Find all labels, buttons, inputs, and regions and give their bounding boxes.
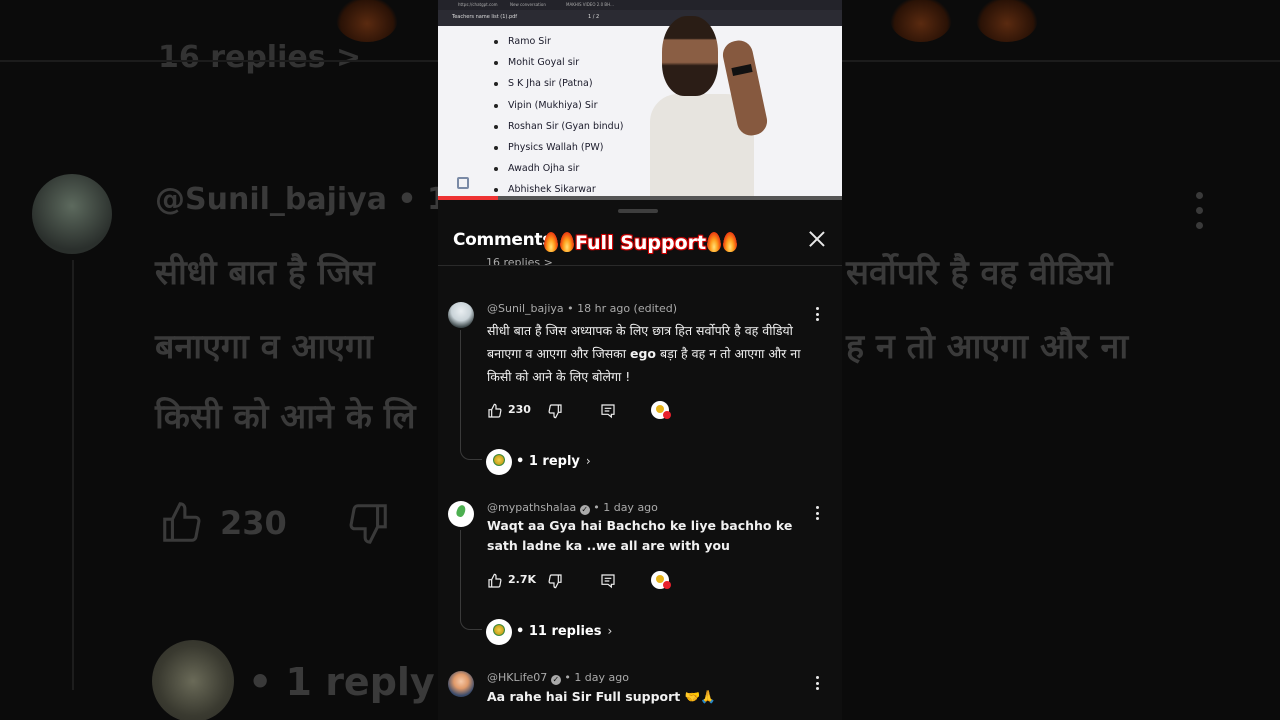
like-icon[interactable] xyxy=(487,403,503,419)
previous-replies-peek: 16 replies > xyxy=(486,256,553,265)
meta-separator: • xyxy=(593,501,600,514)
comment-actions: 2.7K xyxy=(487,571,687,591)
bg-like-icon xyxy=(158,500,206,546)
thread-line xyxy=(460,330,461,448)
creator-heart-icon xyxy=(651,571,671,589)
chevron-right-icon: › xyxy=(585,454,591,468)
bg-line1-right: सर्वोपरि है वह वीडियो xyxy=(846,253,1113,293)
comment-meta: @mypathshalaa ✓ • 1 day ago xyxy=(487,501,658,515)
reply-icon[interactable] xyxy=(600,573,616,589)
comment-time: 1 day ago xyxy=(603,501,658,514)
bg-replies-text: 16 replies > xyxy=(158,40,362,75)
comment-time: 18 hr ago (edited) xyxy=(577,302,678,315)
bg-line2-left: बनाएगा व आएगा xyxy=(155,327,373,367)
shorts-phone-frame: https://chatgpt.com New conversation MAK… xyxy=(438,0,842,720)
avatar[interactable] xyxy=(448,671,474,697)
teacher-list-item: Physics Wallah (PW) xyxy=(494,140,623,161)
comment-meta: @Sunil_bajiya • 18 hr ago (edited) xyxy=(487,302,677,315)
dislike-icon[interactable] xyxy=(547,573,563,589)
bg-username: @Sunil_bajiya • 1 xyxy=(155,182,448,217)
bg-reply-text: • 1 reply xyxy=(248,660,435,704)
fire-icon xyxy=(544,232,558,252)
comment-text: Aa rahe hai Sir Full support 🤝🙏 xyxy=(487,689,716,704)
view-replies-button[interactable]: • 11 replies › xyxy=(486,619,626,645)
avatar[interactable] xyxy=(448,501,474,527)
fire-icon xyxy=(723,232,738,252)
comment-author[interactable]: @HKLife07 xyxy=(487,671,547,684)
reply-icon[interactable] xyxy=(600,403,616,419)
meta-separator: • xyxy=(567,302,574,315)
bg-like-count: 230 xyxy=(220,504,287,542)
comments-title: Comments xyxy=(453,230,553,250)
bg-reply-avatar xyxy=(152,640,234,720)
dislike-icon[interactable] xyxy=(547,403,563,419)
bg-line2-right: ह न तो आएगा और ना xyxy=(846,327,1129,367)
comment-actions: 230 xyxy=(487,401,687,421)
bg-avatar xyxy=(32,174,112,254)
avatar[interactable] xyxy=(448,302,474,328)
video-seek-bar[interactable] xyxy=(438,196,842,200)
bg-line1-left: सीधी बात है जिस xyxy=(155,253,375,293)
replies-label: • 1 reply › xyxy=(516,454,591,469)
bg-fire-icon xyxy=(336,0,398,42)
browser-tab: https://chatgpt.com xyxy=(458,2,498,7)
teacher-list-item: Mohit Goyal sir xyxy=(494,55,623,76)
fire-icon xyxy=(560,232,574,252)
teacher-list-item: Awadh Ojha sir xyxy=(494,161,623,182)
close-icon[interactable] xyxy=(806,228,828,250)
thread-curve xyxy=(460,618,482,630)
like-count: 2.7K xyxy=(508,573,537,586)
browser-tab-bar: https://chatgpt.com New conversation MAK… xyxy=(438,0,842,10)
pdf-title: Teachers name list (1).pdf xyxy=(452,14,518,20)
header-divider xyxy=(438,265,842,266)
comment-author[interactable]: @mypathshalaa xyxy=(487,501,576,514)
bg-line3-left: किसी को आने के लि xyxy=(155,397,416,437)
verified-icon: ✓ xyxy=(550,675,561,685)
teacher-list-item: Vipin (Mukhiya) Sir xyxy=(494,98,623,119)
meta-separator: • xyxy=(564,671,571,684)
like-icon[interactable] xyxy=(487,573,503,589)
bg-fire-icon xyxy=(890,0,952,42)
fire-icon xyxy=(707,232,722,252)
window-icon xyxy=(457,177,469,189)
full-support-text: Full Support xyxy=(575,232,707,254)
drag-handle[interactable] xyxy=(618,209,658,213)
avatar xyxy=(486,449,512,475)
comment-time: 1 day ago xyxy=(574,671,629,684)
like-count: 230 xyxy=(508,403,531,416)
presenter-head xyxy=(662,16,718,96)
teacher-list: Ramo Sir Mohit Goyal sir S K Jha sir (Pa… xyxy=(494,34,623,200)
video-player[interactable]: https://chatgpt.com New conversation MAK… xyxy=(438,0,842,200)
teacher-list-item: S K Jha sir (Patna) xyxy=(494,76,623,97)
full-support-overlay: Full Support xyxy=(543,232,738,254)
thread-line xyxy=(460,530,461,620)
comment-author[interactable]: @Sunil_bajiya xyxy=(487,302,564,315)
thread-curve xyxy=(460,448,482,460)
teacher-list-item: Ramo Sir xyxy=(494,34,623,55)
presenter-figure xyxy=(646,10,806,200)
comment-text: Waqt aa Gya hai Bachcho ke liye bachho k… xyxy=(487,518,793,553)
browser-tab: New conversation xyxy=(510,2,546,7)
comment-text: सीधी बात है जिस अध्यापक के लिए छात्र हित… xyxy=(487,323,801,384)
creator-heart-icon xyxy=(651,401,671,419)
video-seek-progress xyxy=(438,196,498,200)
comment-meta: @HKLife07 ✓ • 1 day ago xyxy=(487,671,629,685)
bg-fire-icon xyxy=(976,0,1038,42)
replies-label: • 11 replies › xyxy=(516,624,613,639)
pdf-page: 1 / 2 xyxy=(588,14,600,20)
verified-icon: ✓ xyxy=(579,505,590,515)
bg-dislike-icon xyxy=(344,500,392,546)
bg-more-vert-icon xyxy=(1194,192,1204,236)
view-replies-button[interactable]: • 1 reply › xyxy=(486,449,626,475)
bg-thread-line xyxy=(72,260,74,690)
browser-tab: MAKHIS VIDEO 2.0 BH... xyxy=(566,2,614,7)
chevron-right-icon: › xyxy=(607,624,613,638)
avatar xyxy=(486,619,512,645)
teacher-list-item: Roshan Sir (Gyan bindu) xyxy=(494,119,623,140)
